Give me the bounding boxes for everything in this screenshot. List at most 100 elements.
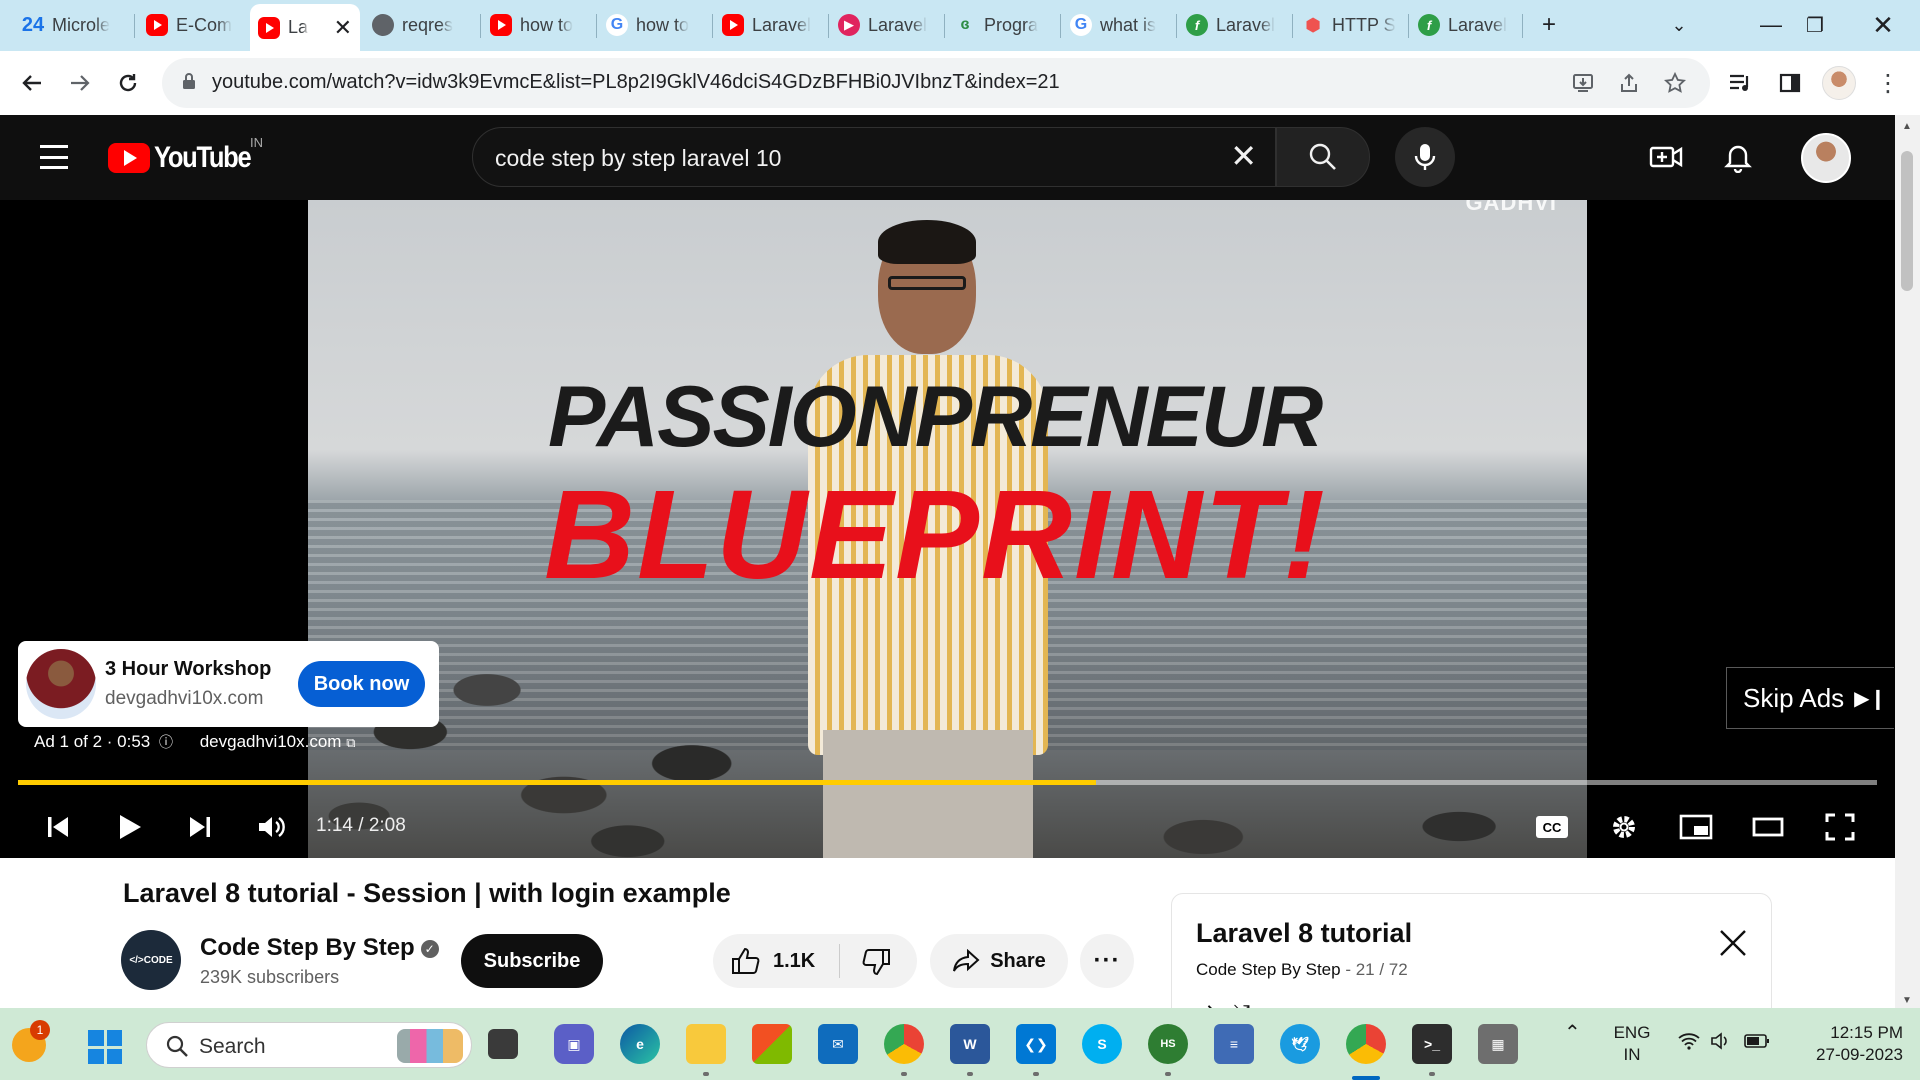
skype-icon[interactable]: S [1082, 1024, 1122, 1064]
like-count[interactable]: 1.1K [773, 950, 815, 973]
close-tab-icon[interactable]: ✕ [328, 15, 352, 41]
page-scrollbar[interactable]: ▲ ▼ [1895, 115, 1920, 1008]
clear-search-icon[interactable]: ✕ [1230, 140, 1257, 172]
tab-laravel-youtube[interactable]: Laravel [714, 6, 826, 44]
share-page-icon[interactable] [1616, 70, 1642, 96]
scroll-down-arrow-icon[interactable]: ▼ [1902, 995, 1912, 1006]
tab-what-is-google[interactable]: G what is [1062, 6, 1174, 44]
file-explorer-icon[interactable] [686, 1024, 726, 1064]
svg-text:CC: CC [1543, 820, 1562, 835]
scrollbar-thumb[interactable] [1901, 151, 1913, 291]
tab-how-to-google[interactable]: G how to [598, 6, 710, 44]
mail-icon[interactable]: ✉ [818, 1024, 858, 1064]
teams-chat-icon[interactable]: ▣ [554, 1024, 594, 1064]
tab-reqres[interactable]: reqres [364, 6, 474, 44]
channel-name[interactable]: Code Step By Step [200, 934, 415, 961]
task-view-icon[interactable] [488, 1029, 518, 1059]
chrome-icon[interactable] [884, 1024, 924, 1064]
youtube-logo[interactable]: YouTube IN [108, 135, 267, 175]
settings-gear-icon[interactable] [1602, 805, 1646, 849]
hamburger-menu-icon[interactable] [40, 145, 68, 169]
ad-link[interactable]: devgadhvi10x.com [200, 732, 342, 751]
media-queue-icon[interactable] [1724, 67, 1756, 99]
fullscreen-icon[interactable] [1818, 805, 1862, 849]
thumbs-up-icon[interactable] [731, 947, 761, 975]
channel-name-row[interactable]: Code Step By Step ✓ [200, 934, 439, 962]
new-tab-plus-icon[interactable]: + [1534, 10, 1564, 40]
tab-e-com[interactable]: E-Com [138, 6, 248, 44]
speaker-icon[interactable] [1710, 1032, 1732, 1056]
skip-ads-button[interactable]: Skip Ads ▶❙ [1726, 667, 1894, 729]
voice-search-button[interactable] [1395, 127, 1455, 187]
running-indicator [967, 1072, 973, 1076]
channel-avatar[interactable]: </>CODE [121, 930, 181, 990]
windows-start-icon[interactable] [88, 1030, 122, 1064]
miniplayer-icon[interactable] [1674, 805, 1718, 849]
search-input[interactable]: code step by step laravel 10 ✕ [472, 127, 1276, 187]
tab-search-chevron-icon[interactable]: ⌄ [1664, 10, 1694, 40]
close-window-icon[interactable]: ✕ [1868, 10, 1898, 40]
kebab-menu-icon[interactable]: ⋮ [1872, 67, 1904, 99]
tab-progra-gfg[interactable]: ɞ Progra [946, 6, 1058, 44]
play-icon[interactable] [108, 805, 152, 849]
minimize-icon[interactable]: — [1756, 10, 1786, 40]
ad-overlay-card[interactable]: 3 Hour Workshop devgadhvi10x.com Book no… [18, 641, 439, 727]
bird-app-icon[interactable]: 🕊 [1280, 1024, 1320, 1064]
playlist-owner[interactable]: Code Step By Step [1196, 960, 1341, 979]
address-bar[interactable]: youtube.com/watch?v=idw3k9EvmcE&list=PL8… [162, 58, 1710, 108]
url-text: youtube.com/watch?v=idw3k9EvmcE&list=PL8… [212, 71, 1060, 93]
edge-browser-icon[interactable]: e [620, 1024, 660, 1064]
calculator-icon[interactable]: ▦ [1478, 1024, 1518, 1064]
share-button[interactable]: Share [930, 934, 1068, 988]
tab-laravel-green[interactable]: f Laravel [1178, 6, 1290, 44]
subtitles-cc-icon[interactable]: CC [1530, 805, 1574, 849]
volume-icon[interactable] [250, 805, 294, 849]
tab-microle[interactable]: 24 Microle [14, 6, 132, 44]
vscode-icon[interactable]: ❮❯ [1016, 1024, 1056, 1064]
more-actions-icon[interactable]: ··· [1080, 934, 1134, 988]
tab-http-laravel[interactable]: ⬢ HTTP S [1294, 6, 1406, 44]
terminal-icon[interactable]: >_ [1412, 1024, 1452, 1064]
taskbar-search-box[interactable]: Search [146, 1022, 472, 1068]
previous-video-icon[interactable] [36, 805, 80, 849]
install-app-icon[interactable] [1570, 70, 1596, 96]
bookmark-star-icon[interactable] [1662, 70, 1688, 96]
hs-app-icon[interactable]: HS [1148, 1024, 1188, 1064]
subscribe-button[interactable]: Subscribe [461, 934, 603, 988]
show-hidden-icons-chevron-icon[interactable]: ⌃ [1564, 1022, 1581, 1044]
side-panel-icon[interactable] [1774, 67, 1806, 99]
input-language[interactable]: ENG IN [1612, 1022, 1652, 1066]
info-circle-icon[interactable]: ⓘ [159, 734, 173, 750]
account-avatar[interactable] [1801, 133, 1851, 183]
reload-icon[interactable] [112, 67, 144, 99]
video-frame[interactable]: GADHVI PASSIONPRENEUR BLUEPRINT! [308, 200, 1587, 858]
restore-icon[interactable]: ❐ [1800, 10, 1830, 40]
scroll-up-arrow-icon[interactable]: ▲ [1902, 121, 1912, 132]
notepad-icon[interactable]: ≡ [1214, 1024, 1254, 1064]
close-playlist-icon[interactable] [1718, 928, 1748, 958]
book-now-button[interactable]: Book now [298, 661, 425, 707]
progress-bar[interactable] [18, 780, 1877, 785]
next-video-icon[interactable] [178, 805, 222, 849]
battery-icon[interactable] [1744, 1033, 1770, 1055]
playlist-title[interactable]: Laravel 8 tutorial [1196, 918, 1412, 949]
theater-mode-icon[interactable] [1746, 805, 1790, 849]
word-icon[interactable]: W [950, 1024, 990, 1064]
tab-how-to-youtube[interactable]: how to [482, 6, 594, 44]
create-video-icon[interactable] [1648, 139, 1684, 175]
wifi-icon[interactable] [1678, 1032, 1700, 1056]
microsoft-store-icon[interactable] [752, 1024, 792, 1064]
tab-active-youtube[interactable]: La ✕ [250, 4, 360, 51]
thumbs-down-icon[interactable] [861, 948, 891, 976]
chrome-profile-icon[interactable] [1346, 1024, 1386, 1064]
forward-arrow-icon[interactable] [64, 67, 96, 99]
tab-laravel-pink[interactable]: ▶ Laravel [830, 6, 942, 44]
notifications-bell-icon[interactable] [1720, 139, 1756, 175]
ms-24-icon: 24 [21, 13, 45, 36]
search-button[interactable] [1276, 127, 1370, 187]
profile-avatar[interactable] [1822, 66, 1856, 100]
video-player[interactable]: GADHVI PASSIONPRENEUR BLUEPRINT! 3 Hour … [0, 200, 1895, 858]
tab-laravel-green-2[interactable]: f Laravel [1410, 6, 1520, 44]
back-arrow-icon[interactable] [16, 67, 48, 99]
system-clock[interactable]: 12:15 PM 27-09-2023 [1785, 1022, 1903, 1066]
